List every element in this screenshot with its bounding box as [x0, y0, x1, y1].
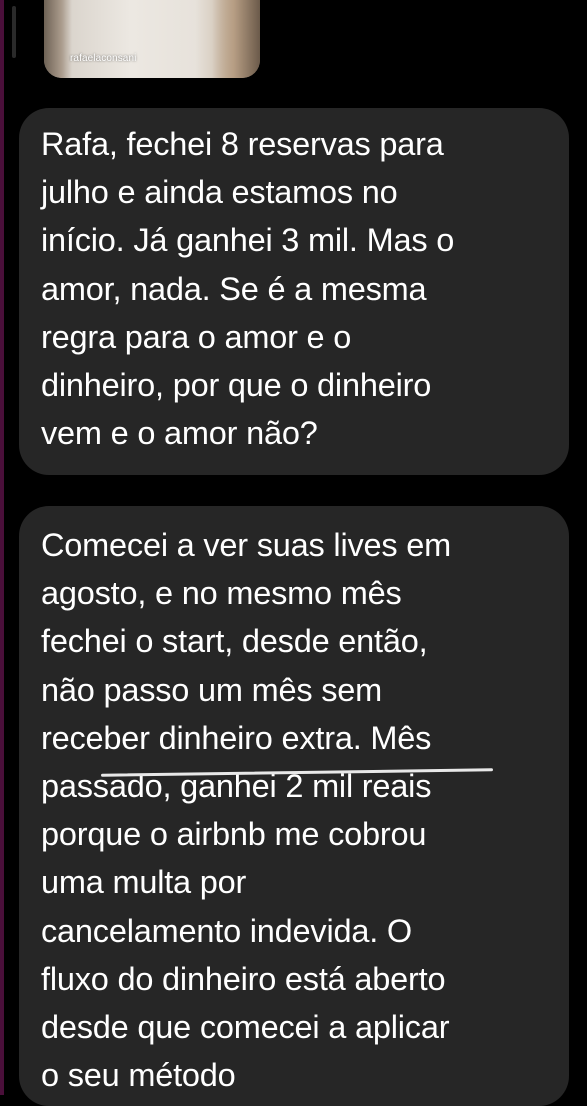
message-line: vem e o amor não? [41, 415, 318, 452]
message-bubble[interactable]: Comecei a ver suas lives em agosto, e no… [19, 506, 569, 1106]
message-line: desde que comecei a aplicar [41, 1009, 450, 1046]
message-line: Rafa, fechei 8 reservas para [41, 126, 444, 162]
message-line: agosto, e no mesmo mês [41, 575, 402, 612]
message-line: porque o airbnb me cobrou [41, 816, 427, 853]
thread-indicator [12, 6, 16, 58]
story-reply-preview[interactable]: rafaelaconsani [44, 0, 260, 78]
message-line: início. Já ganhei 3 mil. Mas o [41, 222, 455, 259]
message-line: receber dinheiro extra. Mês [41, 719, 432, 756]
message-line: Comecei a ver suas lives em [41, 527, 452, 563]
message-bubble[interactable]: Rafa, fechei 8 reservas para julho e ain… [19, 108, 569, 475]
story-image-right [212, 0, 260, 78]
message-line: julho e ainda estamos no [41, 174, 398, 211]
message-line: amor, nada. Se é a mesma [41, 270, 427, 307]
screen-edge-accent [0, 0, 4, 1095]
story-username: rafaelaconsani [70, 53, 137, 64]
message-line: dinheiro, por que o dinheiro [41, 367, 432, 404]
message-line: fluxo do dinheiro está aberto [41, 960, 446, 997]
message-line: fechei o start, desde então, [41, 623, 428, 660]
message-line: o seu método [41, 1057, 236, 1094]
message-line: cancelamento indevida. O [41, 912, 412, 949]
message-line: regra para o amor e o [41, 318, 352, 355]
message-line: não passo um mês sem [41, 671, 383, 708]
story-image-left [44, 0, 72, 78]
message-line: uma multa por [41, 864, 247, 901]
